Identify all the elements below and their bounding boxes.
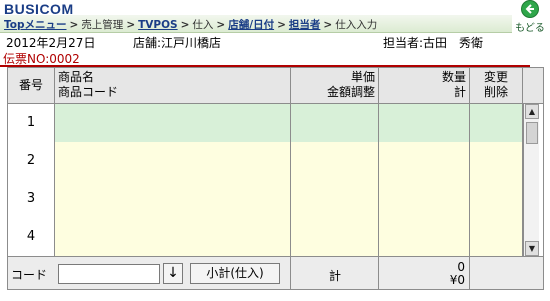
breadcrumb-separator: > — [323, 19, 333, 31]
staff-text: 担当者:古田 秀衛 — [383, 36, 484, 50]
header-number: 番号 — [8, 68, 55, 103]
table-row[interactable]: 3 — [8, 180, 523, 219]
breadcrumb-item: 仕入 — [192, 19, 214, 31]
table-row[interactable]: 4 — [8, 218, 523, 257]
row-number: 1 — [8, 104, 55, 142]
price-cell[interactable] — [291, 180, 379, 218]
store-text: 店舗:江戸川橋店 — [133, 36, 222, 50]
breadcrumb-separator: > — [126, 19, 136, 31]
row-number: 4 — [8, 218, 55, 256]
product-cell[interactable] — [55, 180, 291, 218]
breadcrumb-separator: > — [69, 19, 79, 31]
grid-footer: コード ↓ 小計(仕入) 計 0 ¥0 — [8, 256, 543, 290]
breadcrumb-item: 売上管理 — [81, 19, 124, 31]
action-cell[interactable] — [470, 218, 523, 256]
breadcrumb-item[interactable]: Topメニュー — [4, 19, 67, 31]
row-number: 3 — [8, 180, 55, 218]
header-price: 単価 金額調整 — [291, 68, 379, 103]
product-cell[interactable] — [55, 218, 291, 256]
grid-scrollbar[interactable]: ▲ ▼ — [523, 104, 539, 256]
breadcrumb-item: 仕入入力 — [335, 19, 378, 31]
action-cell[interactable] — [470, 104, 523, 142]
breadcrumb-separator: > — [216, 19, 226, 31]
purchase-grid: 番号 商品名 商品コード 単価 金額調整 数量 計 変更 削除 1234 ▲ ▼… — [7, 67, 544, 290]
quantity-cell[interactable] — [379, 218, 470, 256]
footer-total-cell: 0 ¥0 — [379, 257, 470, 290]
back-arrow-icon — [521, 0, 539, 18]
header-product-code: 商品コード — [58, 85, 119, 99]
breadcrumb: Topメニュー > 売上管理 > TVPOS > 仕入 > 店舗/日付 > 担当者 > 仕入入力 — [4, 17, 377, 32]
footer-code-cell: コード ↓ 小計(仕入) — [8, 257, 291, 290]
table-row[interactable]: 1 — [8, 104, 523, 143]
date-text: 2012年2月27日 — [6, 36, 96, 50]
quantity-cell[interactable] — [379, 142, 470, 180]
quantity-cell[interactable] — [379, 104, 470, 142]
back-label: もどる — [515, 23, 545, 34]
header-quantity: 数量 — [441, 70, 466, 84]
header-unit-price: 単価 — [350, 70, 375, 84]
quantity-cell[interactable] — [379, 180, 470, 218]
total-amount: ¥0 — [449, 273, 465, 287]
header-product: 商品名 商品コード — [55, 68, 291, 103]
header-subtotal: 計 — [453, 85, 466, 99]
header-actions: 変更 削除 — [470, 68, 523, 103]
price-cell[interactable] — [291, 142, 379, 180]
code-input[interactable] — [58, 264, 160, 284]
scroll-up-icon[interactable]: ▲ — [525, 104, 539, 119]
breadcrumb-separator: > — [277, 19, 286, 31]
action-cell[interactable] — [470, 142, 523, 180]
breadcrumb-item[interactable]: 担当者 — [289, 19, 321, 31]
header-amount-adjust: 金額調整 — [326, 85, 375, 99]
table-row[interactable]: 2 — [8, 142, 523, 181]
header-product-name: 商品名 — [58, 70, 95, 84]
product-cell[interactable] — [55, 104, 291, 142]
arrow-down-button[interactable]: ↓ — [163, 263, 183, 284]
total-label: 計 — [328, 269, 341, 283]
header-delete: 削除 — [483, 85, 508, 99]
footer-blank-cell — [470, 257, 543, 290]
header-qty: 数量 計 — [379, 68, 470, 103]
product-cell[interactable] — [55, 142, 291, 180]
code-label: コード — [11, 268, 48, 282]
breadcrumb-bar: Topメニュー > 売上管理 > TVPOS > 仕入 > 店舗/日付 > 担当者 > 仕入入力 — [0, 15, 512, 33]
breadcrumb-item[interactable]: TVPOS — [138, 19, 177, 31]
footer-total-label-cell: 計 — [291, 257, 379, 290]
grid-header: 番号 商品名 商品コード 単価 金額調整 数量 計 変更 削除 — [8, 68, 543, 104]
price-cell[interactable] — [291, 104, 379, 142]
breadcrumb-item[interactable]: 店舗/日付 — [228, 19, 274, 31]
header-change: 変更 — [483, 70, 508, 84]
back-button[interactable]: もどる — [512, 0, 548, 34]
row-number: 2 — [8, 142, 55, 180]
subtotal-button[interactable]: 小計(仕入) — [190, 263, 280, 284]
scroll-down-icon[interactable]: ▼ — [525, 241, 539, 256]
scroll-thumb[interactable] — [526, 122, 538, 144]
price-cell[interactable] — [291, 218, 379, 256]
breadcrumb-separator: > — [180, 19, 190, 31]
action-cell[interactable] — [470, 180, 523, 218]
